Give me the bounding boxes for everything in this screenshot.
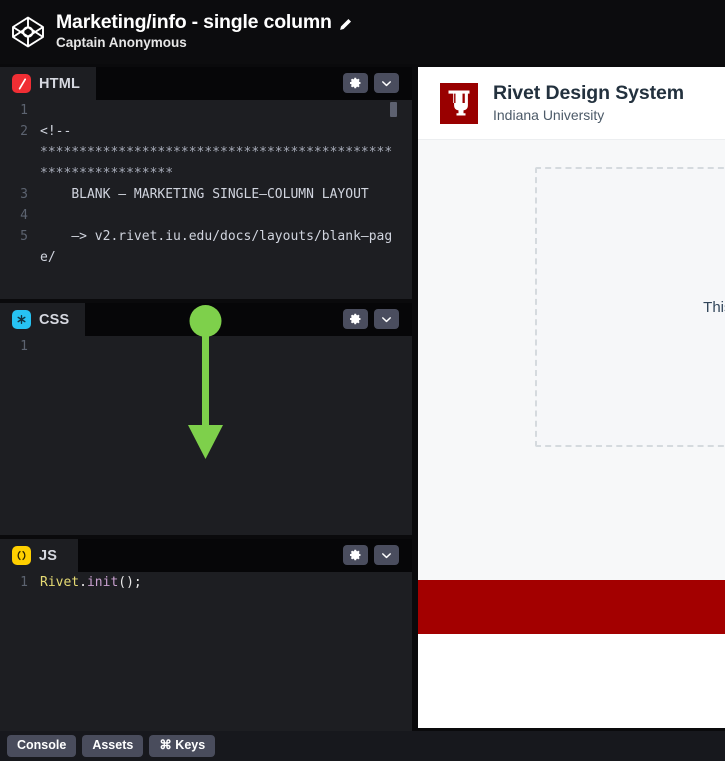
code-line: 1: [0, 336, 412, 357]
chevron-down-icon[interactable]: [374, 309, 399, 329]
codepen-editor-window: Marketing/info - single column Captain A…: [0, 0, 725, 761]
code-text: –> v2.rivet.iu.edu/docs/layouts/blank–pa…: [40, 229, 393, 265]
html-pane-header: HTML: [0, 67, 412, 100]
line-number: 5: [20, 229, 28, 244]
js-pane-actions: [343, 545, 399, 565]
code-line: 5 –> v2.rivet.iu.edu/docs/layouts/blank–…: [0, 226, 412, 268]
line-number: 1: [20, 339, 28, 354]
rivet-subtitle: Indiana University: [493, 107, 605, 124]
html-pane-actions: [343, 73, 399, 93]
line-number: 1: [20, 575, 28, 590]
keyboard-shortcuts-button[interactable]: ⌘ Keys: [149, 734, 216, 758]
editor-column: HTML 1 2 <!-- **************************…: [0, 64, 412, 731]
gear-icon[interactable]: [343, 73, 368, 93]
line-number: 3: [20, 187, 28, 202]
html-code-area[interactable]: 1 2 <!-- *******************************…: [0, 100, 412, 299]
rivet-main-content: This lay: [418, 140, 725, 580]
gear-icon[interactable]: [343, 545, 368, 565]
code-line: ****************************************…: [0, 142, 412, 184]
css-asterisk-icon: [12, 310, 31, 329]
codepen-logo-icon[interactable]: [8, 12, 48, 52]
rivet-brand-titles: Rivet Design System Indiana University: [493, 82, 684, 125]
tab-html[interactable]: HTML: [0, 67, 97, 100]
rivet-title: Rivet Design System: [493, 81, 685, 104]
html-editor-pane: HTML 1 2 <!-- **************************…: [0, 67, 412, 299]
html-editor-scrollbar[interactable]: [390, 102, 397, 117]
js-token-call: ();: [118, 575, 142, 590]
pen-author[interactable]: Captain Anonymous: [56, 35, 352, 51]
code-line: 3 BLANK – MARKETING SINGLE–COLUMN LAYOUT: [0, 184, 412, 205]
tab-js[interactable]: JS: [0, 539, 78, 572]
line-number: 2: [20, 124, 28, 139]
code-line: 1 Rivet.init();: [0, 572, 412, 593]
gear-icon[interactable]: [343, 309, 368, 329]
pen-title-block: Marketing/info - single column Captain A…: [56, 12, 352, 51]
line-number: 1: [20, 103, 28, 118]
layout-placeholder-box: This lay: [535, 167, 725, 447]
preview-pane[interactable]: Rivet Design System Indiana University T…: [418, 67, 725, 728]
page-title: Marketing/info - single column: [56, 11, 332, 34]
code-text: Rivet.init();: [32, 572, 412, 593]
pencil-icon[interactable]: [339, 18, 352, 31]
js-parens-icon: [12, 546, 31, 565]
console-button[interactable]: Console: [7, 734, 77, 758]
chevron-down-icon[interactable]: [374, 545, 399, 565]
tab-js-label: JS: [39, 547, 58, 564]
code-line: 1: [0, 100, 412, 121]
js-code-area[interactable]: 1 Rivet.init();: [0, 572, 412, 731]
layout-placeholder-text: This lay: [703, 298, 725, 316]
code-text: <!--: [40, 124, 72, 139]
top-bar: Marketing/info - single column Captain A…: [0, 0, 725, 64]
rivet-site-header: Rivet Design System Indiana University: [418, 67, 725, 140]
chevron-down-icon[interactable]: [374, 73, 399, 93]
css-pane-header: CSS: [0, 303, 412, 336]
js-pane-header: JS: [0, 539, 412, 572]
assets-button[interactable]: Assets: [82, 734, 144, 758]
tab-css-label: CSS: [39, 311, 70, 328]
js-editor-pane: JS 1 Rivet.init();: [0, 539, 412, 731]
iu-trident-icon: [440, 82, 478, 124]
tab-css[interactable]: CSS: [0, 303, 86, 336]
css-pane-actions: [343, 309, 399, 329]
rivet-footer-red-bar: [418, 580, 725, 634]
code-line: 2 <!--: [0, 121, 412, 142]
js-token-method: init: [86, 575, 119, 590]
html5-slash-icon: [12, 74, 31, 93]
tab-html-label: HTML: [39, 75, 81, 92]
rivet-footer-area: [418, 634, 725, 728]
line-number: 4: [20, 208, 28, 223]
code-line: 4: [0, 205, 412, 226]
code-text: BLANK – MARKETING SINGLE–COLUMN LAYOUT: [40, 187, 369, 202]
css-editor-pane: CSS 1: [0, 303, 412, 535]
js-token-object: Rivet: [40, 575, 80, 590]
js-token-dot: .: [79, 575, 87, 590]
css-code-area[interactable]: 1: [0, 336, 412, 535]
code-text: ****************************************…: [40, 145, 393, 181]
bottom-toolbar: Console Assets ⌘ Keys: [0, 731, 725, 761]
